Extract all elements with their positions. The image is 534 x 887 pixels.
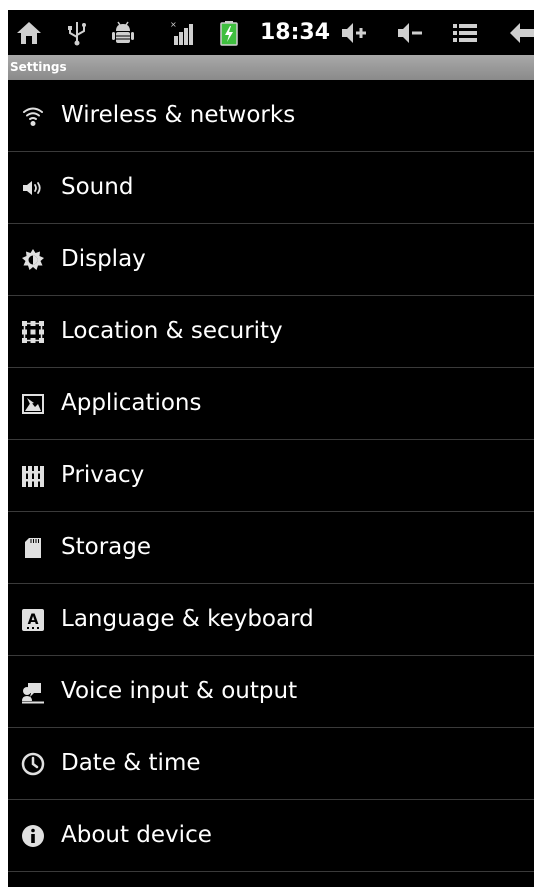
fence-icon xyxy=(21,464,45,488)
settings-item-label: Privacy xyxy=(61,462,145,488)
settings-item-label: Location & security xyxy=(61,318,283,344)
settings-item-label: Display xyxy=(61,246,146,272)
signal-icon: × xyxy=(168,18,198,48)
wifi-icon xyxy=(21,104,45,128)
settings-item-location-security[interactable]: Location & security xyxy=(8,296,534,368)
settings-item-language-keyboard[interactable]: A Language & keyboard xyxy=(8,584,534,656)
keyboard-a-icon: A xyxy=(21,608,45,632)
settings-item-label: Language & keyboard xyxy=(61,606,314,632)
status-bar: × 18:34 xyxy=(8,10,534,55)
settings-item-label: Date & time xyxy=(61,750,201,776)
settings-item-storage[interactable]: Storage xyxy=(8,512,534,584)
settings-item-label: Storage xyxy=(61,534,151,560)
battery-charging-icon xyxy=(214,18,244,48)
settings-item-wireless-networks[interactable]: Wireless & networks xyxy=(8,80,534,152)
applications-icon xyxy=(21,392,45,416)
back-icon[interactable] xyxy=(506,18,534,48)
android-screen: × 18:34 Settings Wireless & networks Sou… xyxy=(8,10,534,887)
svg-text:A: A xyxy=(28,612,39,628)
svg-text:×: × xyxy=(170,20,177,29)
voice-icon xyxy=(21,680,45,704)
grid-lock-icon xyxy=(21,320,45,344)
page-title: Settings xyxy=(10,60,67,74)
settings-item-display[interactable]: Display xyxy=(8,224,534,296)
speaker-icon xyxy=(21,176,45,200)
settings-item-label: Sound xyxy=(61,174,134,200)
sd-card-icon xyxy=(21,536,45,560)
title-bar: Settings xyxy=(8,55,534,80)
clock-icon xyxy=(21,752,45,776)
settings-item-label: Voice input & output xyxy=(61,678,298,704)
settings-list: Wireless & networks Sound Display Locati… xyxy=(8,80,534,872)
status-clock: 18:34 xyxy=(260,20,331,45)
settings-item-applications[interactable]: Applications xyxy=(8,368,534,440)
settings-item-label: Wireless & networks xyxy=(61,102,296,128)
android-debug-icon xyxy=(108,18,138,48)
settings-item-label: About device xyxy=(61,822,212,848)
volume-down-icon[interactable] xyxy=(394,18,424,48)
info-icon xyxy=(21,824,45,848)
settings-item-voice-input-output[interactable]: Voice input & output xyxy=(8,656,534,728)
home-icon[interactable] xyxy=(14,18,44,48)
settings-item-date-time[interactable]: Date & time xyxy=(8,728,534,800)
settings-item-privacy[interactable]: Privacy xyxy=(8,440,534,512)
usb-icon xyxy=(62,18,92,48)
settings-item-label: Applications xyxy=(61,390,202,416)
brightness-icon xyxy=(21,248,45,272)
menu-icon[interactable] xyxy=(450,18,480,48)
settings-item-about-device[interactable]: About device xyxy=(8,800,534,872)
volume-up-icon[interactable] xyxy=(338,18,368,48)
settings-item-sound[interactable]: Sound xyxy=(8,152,534,224)
